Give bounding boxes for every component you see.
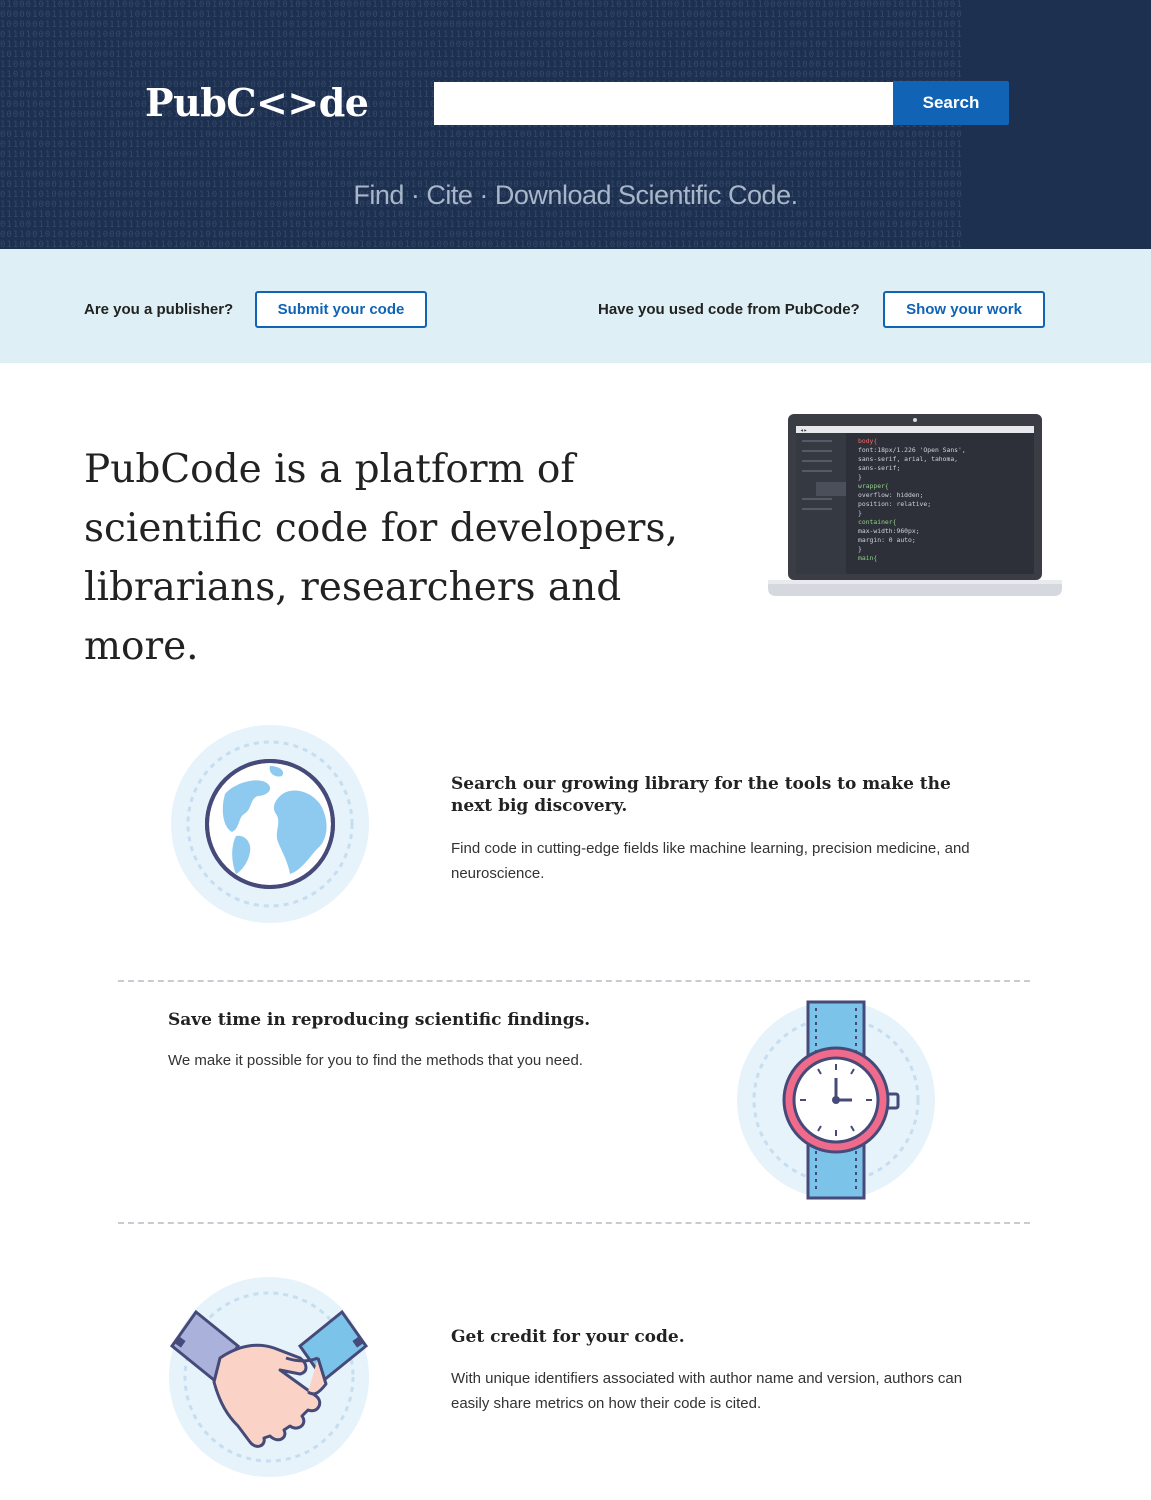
laptop-code-line: overflow: hidden; xyxy=(858,491,923,499)
publisher-question: Are you a publisher? xyxy=(84,301,234,318)
laptop-code-line: wrapper{ xyxy=(858,482,889,490)
feature-text: With unique identifiers associated with … xyxy=(451,1370,963,1412)
laptop-code-line: max-width:960px; xyxy=(858,527,920,535)
laptop-illustration: ◂▸ body{ font:18px/1.226 'Open Sans', sa… xyxy=(768,414,1062,596)
show-work-button[interactable]: Show your work xyxy=(883,291,1045,328)
laptop-code-line: sans-serif; xyxy=(858,464,900,472)
intro-heading: PubCode is a platform of scientific code… xyxy=(84,440,724,676)
svg-text:◂▸: ◂▸ xyxy=(800,427,807,434)
call-to-action-band: Are you a publisher? Submit your code Ha… xyxy=(0,249,1151,363)
laptop-code-line: margin: 0 auto; xyxy=(858,536,916,544)
laptop-code-line: } xyxy=(858,545,862,553)
section-divider xyxy=(118,1222,1030,1224)
laptop-code-line: body{ xyxy=(858,437,877,445)
laptop-code-line: sans-serif, arial, tahoma, xyxy=(858,455,958,463)
intro-line: PubCode is a platform of xyxy=(84,447,575,492)
intro-line: scientific code for developers, xyxy=(84,506,678,551)
laptop-code-line: position: relative; xyxy=(858,500,931,508)
watch-icon xyxy=(737,1000,935,1200)
feature-text: Find code in cutting-edge fields like ma… xyxy=(451,840,970,882)
tagline: Find · Cite · Download Scientific Code. xyxy=(353,180,798,210)
globe-icon xyxy=(171,725,369,923)
laptop-code-line: } xyxy=(858,473,862,481)
site-logo[interactable]: PubC<>de xyxy=(145,80,369,125)
user-question: Have you used code from PubCode? xyxy=(598,301,860,318)
search-input[interactable] xyxy=(434,82,894,125)
handshake-icon xyxy=(169,1277,369,1477)
site-header: 0100010110011000101000110010011001001001… xyxy=(0,0,1151,249)
laptop-code-line: container{ xyxy=(858,518,897,526)
feature-title: Get credit for your code. xyxy=(451,1327,685,1347)
feature-text: We make it possible for you to find the … xyxy=(168,1052,583,1069)
laptop-code-line: main{ xyxy=(858,554,877,562)
submit-code-button[interactable]: Submit your code xyxy=(255,291,427,328)
laptop-code-line: } xyxy=(858,509,862,517)
feature-title: Search our growing library for the tools… xyxy=(451,774,951,816)
feature-title: Save time in reproducing scientific find… xyxy=(168,1010,591,1030)
intro-line: librarians, researchers and more. xyxy=(84,565,622,669)
section-divider xyxy=(118,980,1030,982)
search-button[interactable]: Search xyxy=(893,81,1009,125)
laptop-code-line: font:18px/1.226 'Open Sans', xyxy=(858,446,966,454)
